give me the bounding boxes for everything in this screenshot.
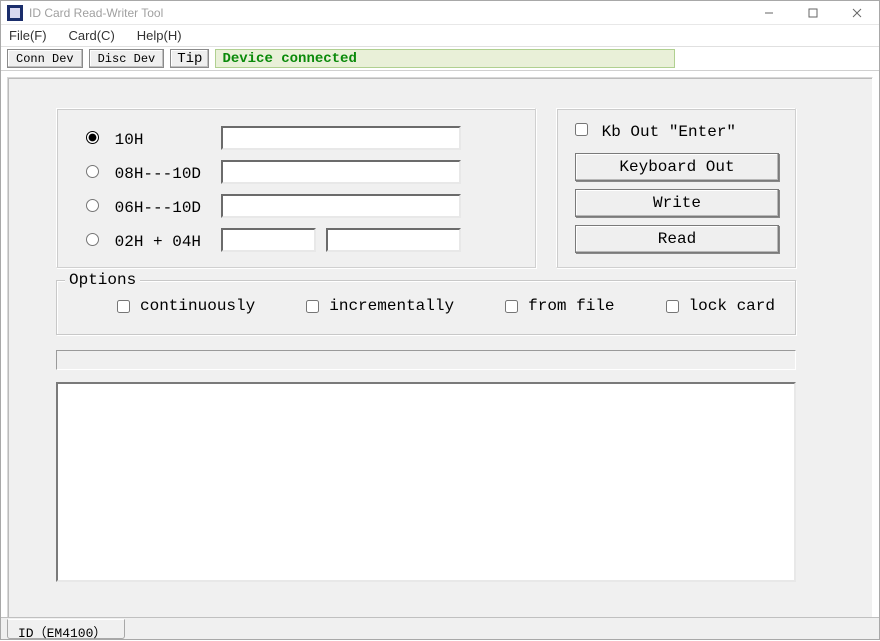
radio-08h10d-input[interactable]	[86, 165, 99, 178]
opt-from-file-label: from file	[528, 297, 614, 315]
radio-10h-label: 10H	[115, 131, 144, 149]
minimize-button[interactable]	[747, 1, 791, 25]
opt-incrementally-label: incrementally	[329, 297, 454, 315]
formats-panel: 10H 08H---10D 06H---10D	[56, 108, 536, 268]
opt-incrementally-input[interactable]	[306, 300, 319, 313]
progress-bar-area	[56, 350, 796, 370]
options-group: Options continuously incrementally from …	[56, 280, 796, 335]
window-title: ID Card Read-Writer Tool	[29, 6, 163, 20]
minimize-icon	[764, 8, 774, 18]
keyboard-out-button[interactable]: Keyboard Out	[575, 153, 779, 181]
options-legend: Options	[65, 271, 140, 289]
menu-file[interactable]: File(F)	[5, 26, 51, 45]
client-area: 10H 08H---10D 06H---10D	[7, 77, 873, 633]
input-10h[interactable]	[221, 126, 461, 150]
radio-06h10d-input[interactable]	[86, 199, 99, 212]
bottom-tab-strip: ID（EM4100）	[1, 617, 879, 639]
radio-08h10d[interactable]: 08H---10D	[81, 162, 221, 183]
opt-lock-card-input[interactable]	[666, 300, 679, 313]
menu-help[interactable]: Help(H)	[133, 26, 186, 45]
radio-02h04h-label: 02H + 04H	[115, 233, 201, 251]
radio-10h[interactable]: 10H	[81, 128, 221, 149]
opt-continuously-input[interactable]	[117, 300, 130, 313]
read-button[interactable]: Read	[575, 225, 779, 253]
kb-out-enter-checkbox[interactable]: Kb Out "Enter"	[575, 123, 736, 141]
toolbar: Conn Dev Disc Dev Tip Device connected	[1, 47, 879, 71]
input-06h10d[interactable]	[221, 194, 461, 218]
tip-status: Device connected	[215, 49, 675, 68]
log-output[interactable]	[56, 382, 796, 582]
close-icon	[852, 8, 862, 18]
radio-02h04h-input[interactable]	[86, 233, 99, 246]
disc-dev-button[interactable]: Disc Dev	[89, 49, 165, 68]
app-icon	[7, 5, 23, 21]
radio-06h10d-label: 06H---10D	[115, 199, 201, 217]
maximize-icon	[808, 8, 818, 18]
title-bar: ID Card Read-Writer Tool	[1, 1, 879, 25]
actions-panel: Kb Out "Enter" Keyboard Out Write Read	[556, 108, 796, 268]
opt-continuously-label: continuously	[140, 297, 255, 315]
menu-bar: File(F) Card(C) Help(H)	[1, 25, 879, 47]
opt-from-file[interactable]: from file	[505, 297, 614, 315]
opt-from-file-input[interactable]	[505, 300, 518, 313]
input-02h[interactable]	[221, 228, 316, 252]
conn-dev-button[interactable]: Conn Dev	[7, 49, 83, 68]
radio-08h10d-label: 08H---10D	[115, 165, 201, 183]
write-button[interactable]: Write	[575, 189, 779, 217]
input-04h[interactable]	[326, 228, 461, 252]
kb-out-enter-label: Kb Out "Enter"	[602, 123, 736, 141]
opt-lock-card-label: lock card	[689, 297, 775, 315]
menu-card[interactable]: Card(C)	[65, 26, 119, 45]
radio-06h10d[interactable]: 06H---10D	[81, 196, 221, 217]
close-button[interactable]	[835, 1, 879, 25]
maximize-button[interactable]	[791, 1, 835, 25]
opt-continuously[interactable]: continuously	[117, 297, 255, 315]
tip-label: Tip	[170, 49, 209, 68]
app-window: ID Card Read-Writer Tool File(F) Card(C)…	[0, 0, 880, 640]
radio-02h04h[interactable]: 02H + 04H	[81, 230, 221, 251]
opt-incrementally[interactable]: incrementally	[306, 297, 454, 315]
opt-lock-card[interactable]: lock card	[666, 297, 775, 315]
tab-id-em4100[interactable]: ID（EM4100）	[7, 619, 125, 639]
kb-out-enter-input[interactable]	[575, 123, 588, 136]
radio-10h-input[interactable]	[86, 131, 99, 144]
input-08h10d[interactable]	[221, 160, 461, 184]
